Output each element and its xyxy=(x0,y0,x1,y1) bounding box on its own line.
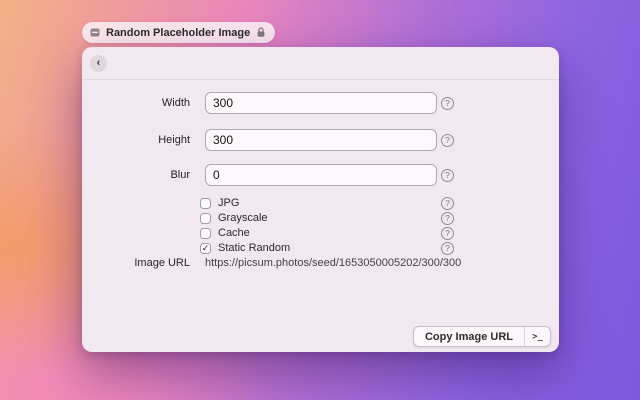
help-icon[interactable]: ? xyxy=(441,242,454,255)
app-window-icon xyxy=(90,28,100,37)
back-button[interactable]: ‹ xyxy=(90,55,107,72)
lock-icon xyxy=(256,27,266,38)
cache-option-row: ✓ Cache ? xyxy=(200,227,454,239)
blur-label: Blur xyxy=(82,169,190,181)
copy-image-url-button[interactable]: Copy Image URL xyxy=(414,327,524,346)
height-row: Height ? xyxy=(82,129,454,151)
grayscale-option-row: ✓ Grayscale ? xyxy=(200,212,454,224)
footer-split-button: Copy Image URL >_ xyxy=(413,326,551,347)
desktop-wallpaper: Random Placeholder Image ‹ Width ? Heigh… xyxy=(0,0,640,400)
app-title-pill[interactable]: Random Placeholder Image xyxy=(82,22,275,43)
cache-label: Cache xyxy=(218,227,250,239)
width-input[interactable] xyxy=(205,92,437,114)
grayscale-label: Grayscale xyxy=(218,212,268,224)
image-url-value: https://picsum.photos/seed/1653050005202… xyxy=(205,257,461,269)
window-header: ‹ xyxy=(82,47,559,80)
static-random-label: Static Random xyxy=(218,242,290,254)
help-icon[interactable]: ? xyxy=(441,227,454,240)
jpg-label: JPG xyxy=(218,197,239,209)
width-label: Width xyxy=(82,97,190,109)
blur-input[interactable] xyxy=(205,164,437,186)
help-icon[interactable]: ? xyxy=(441,197,454,210)
help-icon[interactable]: ? xyxy=(441,169,454,182)
app-window: ‹ Width ? Height ? Blur ? ✓ JPG ? xyxy=(82,47,559,352)
app-title: Random Placeholder Image xyxy=(106,27,250,39)
help-icon[interactable]: ? xyxy=(441,97,454,110)
jpg-option-row: ✓ JPG ? xyxy=(200,197,454,209)
options-group: ✓ JPG ? ✓ Grayscale ? ✓ Cache ? ✓ Static… xyxy=(200,197,454,257)
terminal-icon[interactable]: >_ xyxy=(524,327,550,346)
image-url-label: Image URL xyxy=(82,257,190,269)
static-random-option-row: ✓ Static Random ? xyxy=(200,242,454,254)
blur-row: Blur ? xyxy=(82,164,454,186)
width-row: Width ? xyxy=(82,92,454,114)
grayscale-checkbox[interactable]: ✓ xyxy=(200,213,211,224)
static-random-checkbox[interactable]: ✓ xyxy=(200,243,211,254)
jpg-checkbox[interactable]: ✓ xyxy=(200,198,211,209)
image-url-row: Image URL https://picsum.photos/seed/165… xyxy=(82,256,461,270)
height-input[interactable] xyxy=(205,129,437,151)
help-icon[interactable]: ? xyxy=(441,212,454,225)
height-label: Height xyxy=(82,134,190,146)
cache-checkbox[interactable]: ✓ xyxy=(200,228,211,239)
help-icon[interactable]: ? xyxy=(441,134,454,147)
check-icon: ✓ xyxy=(202,244,210,253)
